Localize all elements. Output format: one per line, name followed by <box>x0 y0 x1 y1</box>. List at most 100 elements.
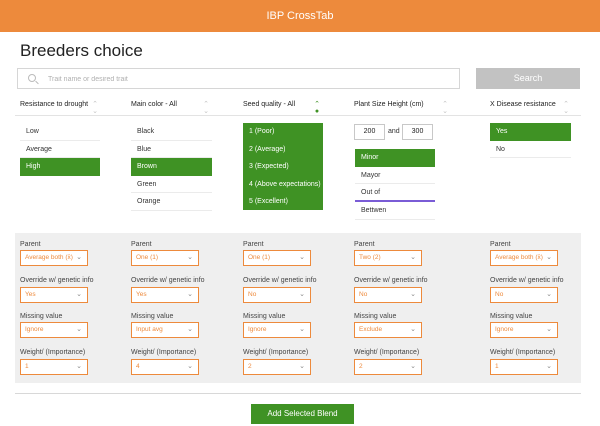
search-input[interactable] <box>48 71 448 87</box>
parent-value: Two (2) <box>359 254 381 261</box>
weight-label: Weight/ (Importance) <box>354 349 420 356</box>
weight-value: 2 <box>359 363 363 370</box>
option-no[interactable]: No <box>490 141 571 159</box>
parent-select[interactable]: One (1) ⌄ <box>243 250 311 266</box>
chevron-down-icon: ⌄ <box>410 326 416 333</box>
missing-select[interactable]: Exclude ⌄ <box>354 322 422 338</box>
override-label: Override w/ genetic info <box>243 277 317 284</box>
footer-divider <box>15 393 581 394</box>
missing-select[interactable]: Ignore ⌄ <box>20 322 88 338</box>
option-minor[interactable]: Minor <box>355 149 435 167</box>
sort-active-icon[interactable]: ⌃ ● <box>314 101 320 115</box>
chevron-down-icon: ⌄ <box>410 254 416 261</box>
color-options: Black Blue Brown Green Orange <box>131 123 212 211</box>
chevron-down-icon: ⌄ <box>299 291 305 298</box>
weight-value: 2 <box>248 363 252 370</box>
column-header-size[interactable]: Plant Size Height (cm) <box>354 101 424 108</box>
option-seed-2[interactable]: 2 (Average) <box>243 141 323 159</box>
chevron-down-icon: ⌄ <box>546 291 552 298</box>
page-title: Breeders choice <box>20 41 143 60</box>
column-header-disease[interactable]: X Disease resistance <box>490 101 556 108</box>
missing-value: Ignore <box>25 326 44 333</box>
weight-select[interactable]: 1 ⌄ <box>490 359 558 375</box>
option-seed-5[interactable]: 5 (Excellent) <box>243 193 323 211</box>
option-high[interactable]: High <box>20 158 100 176</box>
missing-label: Missing value <box>490 313 533 320</box>
sort-icon[interactable]: ⌃ ⌄ <box>563 101 569 115</box>
weight-label: Weight/ (Importance) <box>490 349 556 356</box>
chevron-down-icon: ⌄ <box>410 291 416 298</box>
weight-value: 4 <box>136 363 140 370</box>
missing-label: Missing value <box>20 313 63 320</box>
override-select[interactable]: No ⌄ <box>354 287 422 303</box>
option-seed-4[interactable]: 4 (Above expectations) <box>243 176 323 194</box>
chevron-down-icon: ⌄ <box>546 363 552 370</box>
override-value: No <box>248 291 257 298</box>
parent-value: Average both (x̄) <box>25 254 73 261</box>
size-options: Minor Mayor Out of <box>355 149 435 202</box>
option-black[interactable]: Black <box>131 123 212 141</box>
override-select[interactable]: No ⌄ <box>490 287 558 303</box>
parent-label: Parent <box>490 241 511 248</box>
option-green[interactable]: Green <box>131 176 212 194</box>
chevron-down-icon: ⌄ <box>187 326 193 333</box>
search-field[interactable] <box>17 68 460 89</box>
parent-value: One (1) <box>136 254 159 261</box>
option-low[interactable]: Low <box>20 123 100 141</box>
missing-select[interactable]: Ignore ⌄ <box>490 322 558 338</box>
app-title: IBP CrossTab <box>266 10 334 22</box>
override-select[interactable]: Yes ⌄ <box>20 287 88 303</box>
parent-label: Parent <box>354 241 375 248</box>
and-label: and <box>388 128 400 135</box>
chevron-down-icon: ⌄ <box>299 254 305 261</box>
column-header-seed[interactable]: Seed quality - All <box>243 101 295 108</box>
override-value: Yes <box>25 291 36 298</box>
parent-value: One (1) <box>248 254 271 261</box>
column-header-color[interactable]: Main color - All <box>131 101 177 108</box>
weight-value: 1 <box>25 363 29 370</box>
sort-icon[interactable]: ⌃ ⌄ <box>442 101 448 115</box>
missing-select[interactable]: Input avg ⌄ <box>131 322 199 338</box>
override-label: Override w/ genetic info <box>354 277 428 284</box>
override-select[interactable]: No ⌄ <box>243 287 311 303</box>
sort-icon[interactable]: ⌃ ⌄ <box>92 101 98 115</box>
option-mayor[interactable]: Mayor <box>355 167 435 185</box>
size-max-input[interactable]: 300 <box>402 124 433 140</box>
add-selected-blend-button[interactable]: Add Selected Blend <box>251 404 354 424</box>
override-select[interactable]: Yes ⌄ <box>131 287 199 303</box>
parent-select[interactable]: Average both (x̄) ⌄ <box>490 250 558 266</box>
column-header-drought[interactable]: Resistance to drought <box>20 101 88 108</box>
option-blue[interactable]: Blue <box>131 141 212 159</box>
option-seed-1[interactable]: 1 (Poor) <box>243 123 323 141</box>
weight-value: 1 <box>495 363 499 370</box>
size-options-more: Bettwen <box>355 202 435 220</box>
weight-select[interactable]: 1 ⌄ <box>20 359 88 375</box>
option-brown[interactable]: Brown <box>131 158 212 176</box>
search-button[interactable]: Search <box>476 68 580 89</box>
weight-select[interactable]: 2 ⌄ <box>354 359 422 375</box>
missing-select[interactable]: Ignore ⌄ <box>243 322 311 338</box>
sort-icon[interactable]: ⌃ ⌄ <box>203 101 209 115</box>
chevron-down-icon: ⌄ <box>76 254 82 261</box>
parent-select[interactable]: Average both (x̄) ⌄ <box>20 250 88 266</box>
option-seed-3[interactable]: 3 (Expected) <box>243 158 323 176</box>
weight-select[interactable]: 2 ⌄ <box>243 359 311 375</box>
option-average[interactable]: Average <box>20 141 100 159</box>
parent-select[interactable]: One (1) ⌄ <box>131 250 199 266</box>
override-value: No <box>495 291 504 298</box>
parent-label: Parent <box>131 241 152 248</box>
weight-select[interactable]: 4 ⌄ <box>131 359 199 375</box>
option-bettwen[interactable]: Bettwen <box>355 202 435 220</box>
missing-value: Input avg <box>136 326 163 333</box>
seed-options: 1 (Poor) 2 (Average) 3 (Expected) 4 (Abo… <box>243 123 323 210</box>
parent-select[interactable]: Two (2) ⌄ <box>354 250 422 266</box>
missing-label: Missing value <box>243 313 286 320</box>
option-yes[interactable]: Yes <box>490 123 571 141</box>
size-min-input[interactable]: 200 <box>354 124 385 140</box>
weight-label: Weight/ (Importance) <box>20 349 86 356</box>
parent-value: Average both (x̄) <box>495 254 543 261</box>
option-orange[interactable]: Orange <box>131 193 212 211</box>
missing-value: Exclude <box>359 326 383 333</box>
chevron-down-icon: ⌄ <box>76 291 82 298</box>
override-value: Yes <box>136 291 147 298</box>
